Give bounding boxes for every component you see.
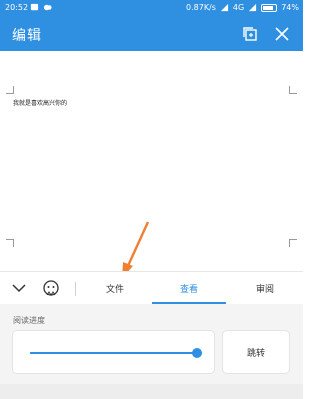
battery-icon xyxy=(261,3,278,12)
tab-view[interactable]: 查看 xyxy=(152,272,226,305)
tab-review[interactable]: 审阅 xyxy=(232,272,298,305)
toolbar-divider xyxy=(75,282,76,296)
page-corner-mark xyxy=(6,239,14,247)
status-time: 20:52 xyxy=(5,3,29,12)
status-right: 0.87K/s 4G 74% xyxy=(186,3,299,12)
reading-progress-panel: 阅读进度 跳转 xyxy=(0,304,303,399)
jump-button-label: 跳转 xyxy=(246,348,265,359)
tab-file[interactable]: 文件 xyxy=(86,272,144,305)
signal-bars-icon xyxy=(249,3,257,12)
network-speed: 0.87K/s xyxy=(186,3,216,12)
tab-view-label: 查看 xyxy=(179,285,198,295)
slider-track[interactable] xyxy=(30,352,202,354)
signal-icon xyxy=(220,3,229,12)
tab-review-label: 审阅 xyxy=(255,285,274,295)
page-corner-mark xyxy=(289,239,297,247)
bottom-toolbar: 文件 查看 审阅 xyxy=(0,271,303,304)
page-title: 编辑 xyxy=(12,28,42,44)
reading-progress-slider[interactable] xyxy=(12,330,215,374)
app-bar: 编辑 xyxy=(0,17,303,51)
emoji-icon[interactable] xyxy=(42,279,60,297)
page-corner-mark xyxy=(289,86,297,94)
network-type: 4G xyxy=(232,3,245,12)
document-area[interactable]: 我就是喜欢高兴你的 xyxy=(0,51,303,271)
chevron-down-icon[interactable] xyxy=(10,279,28,297)
panel-footer xyxy=(0,384,303,399)
tab-file-label: 文件 xyxy=(105,285,124,295)
copy-icon[interactable] xyxy=(239,23,261,45)
page-corner-mark xyxy=(6,86,14,94)
jump-button[interactable]: 跳转 xyxy=(222,330,290,374)
close-icon[interactable] xyxy=(271,23,293,45)
reading-progress-label: 阅读进度 xyxy=(13,316,45,325)
slider-thumb[interactable] xyxy=(191,348,202,358)
status-bar: 20:52 0.87K/s 4G 74% xyxy=(0,0,303,17)
status-notifications xyxy=(30,3,52,12)
chat-icon xyxy=(43,4,52,11)
battery-level: 74% xyxy=(281,3,299,12)
message-icon xyxy=(30,3,39,11)
document-text[interactable]: 我就是喜欢高兴你的 xyxy=(13,98,67,107)
